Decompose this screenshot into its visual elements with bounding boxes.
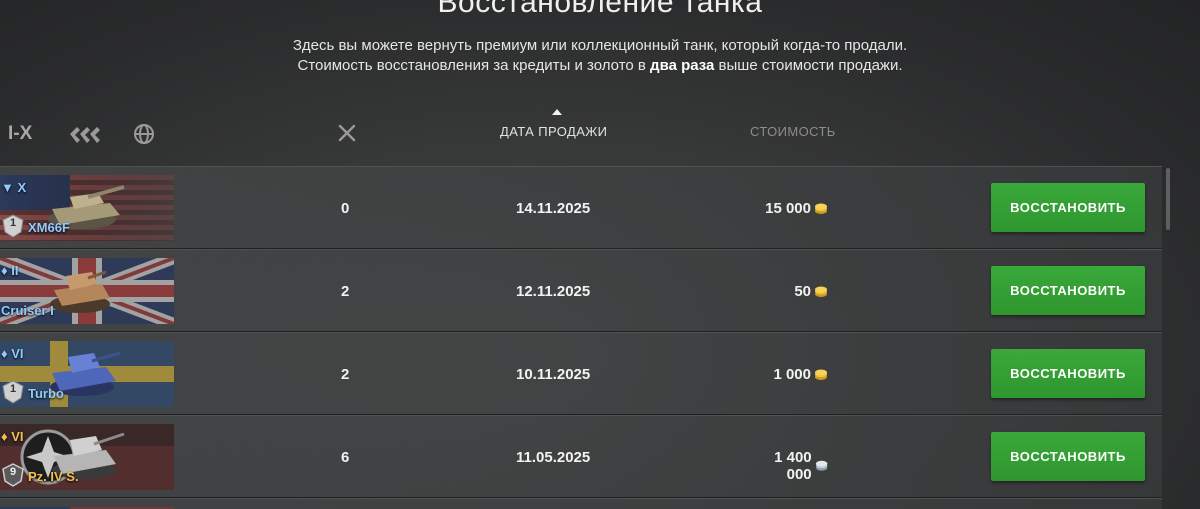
- sale-date: 12.11.2025: [516, 283, 591, 300]
- tank-name: Turbo: [28, 386, 64, 401]
- price-value: 50: [794, 283, 811, 300]
- silver-coin-icon: [815, 460, 828, 471]
- tank-card: ♦ VI 9 Pz. IV S.: [0, 424, 174, 490]
- sale-date: 10.11.2025: [516, 366, 591, 383]
- battles-count: 0: [341, 200, 350, 217]
- gold-coin-icon: [815, 286, 827, 297]
- filter-bar: I-X: [8, 120, 186, 148]
- page-title: Восстановление танка: [437, 0, 763, 19]
- tank-tier: ♦ VI: [1, 429, 24, 444]
- tank-row: ♦ VI 1 Turbo 2 10.11.2025 1 000 ВОССТАНО…: [0, 332, 1162, 415]
- battles-count: 2: [341, 366, 350, 383]
- subtitle-line-2: Стоимость восстановления за кредиты и зо…: [297, 57, 903, 74]
- restore-button[interactable]: ВОССТАНОВИТЬ: [991, 183, 1145, 232]
- gold-coin-icon: [815, 203, 827, 214]
- tank-name: XM66F: [28, 220, 70, 235]
- restore-price: 1 400 000: [748, 449, 828, 483]
- tank-row: ♦ VI 9 Pz. IV S. 6 11.05.2025 1 400 000 …: [0, 415, 1162, 498]
- price-value: 15 000: [765, 200, 811, 217]
- restore-price: 15 000: [748, 200, 828, 217]
- price-value: 1 000: [773, 366, 811, 383]
- tank-row-partial: [0, 498, 1162, 509]
- column-header-cost[interactable]: СТОИМОСТЬ: [750, 124, 836, 139]
- globe-icon[interactable]: [132, 120, 156, 148]
- restore-price: 50: [748, 283, 828, 300]
- scrollbar[interactable]: [1166, 168, 1170, 230]
- tank-name: Cruiser I: [1, 303, 54, 318]
- page-subtitle: Здесь вы можете вернуть премиум или колл…: [0, 36, 1200, 76]
- sale-date: 14.11.2025: [516, 200, 591, 217]
- mastery-badge-icon: 9: [2, 463, 24, 487]
- column-header-date[interactable]: ДАТА ПРОДАЖИ: [500, 124, 607, 139]
- subtitle-line-1: Здесь вы можете вернуть премиум или колл…: [292, 37, 908, 54]
- tier-filter[interactable]: I-X: [8, 123, 68, 145]
- crossed-swords-icon[interactable]: [336, 122, 358, 149]
- sort-ascending-icon: [552, 109, 562, 115]
- tank-row: ▼ X 1 XM66F 0 14.11.2025 15 000 ВОССТАНО…: [0, 166, 1162, 249]
- tank-row: ♦ II Cruiser I 2 12.11.2025 50 ВОССТАНОВ…: [0, 249, 1162, 332]
- price-value: 1 400 000: [774, 449, 812, 483]
- restore-button[interactable]: ВОССТАНОВИТЬ: [991, 349, 1145, 398]
- tank-name: Pz. IV S.: [28, 469, 79, 484]
- gold-coin-icon: [815, 369, 827, 380]
- sale-date: 11.05.2025: [516, 449, 591, 466]
- tank-tier: ♦ VI: [1, 346, 24, 361]
- restore-button[interactable]: ВОССТАНОВИТЬ: [991, 432, 1145, 481]
- tank-card: ♦ VI 1 Turbo: [0, 341, 174, 407]
- battles-count: 6: [341, 449, 350, 466]
- mastery-badge-icon: 1: [2, 380, 24, 404]
- tank-card: ♦ II Cruiser I: [0, 258, 174, 324]
- restore-button[interactable]: ВОССТАНОВИТЬ: [991, 266, 1145, 315]
- tank-tier: ▼ X: [1, 180, 27, 195]
- tank-list: ▼ X 1 XM66F 0 14.11.2025 15 000 ВОССТАНО…: [0, 166, 1162, 509]
- vehicle-type-icon[interactable]: [68, 120, 102, 148]
- restore-price: 1 000: [748, 366, 828, 383]
- battles-count: 2: [341, 283, 350, 300]
- tank-card: ▼ X 1 XM66F: [0, 175, 174, 241]
- tank-tier: ♦ II: [1, 263, 19, 278]
- subtitle-emphasis: два раза: [650, 57, 715, 74]
- mastery-badge-icon: 1: [2, 214, 24, 238]
